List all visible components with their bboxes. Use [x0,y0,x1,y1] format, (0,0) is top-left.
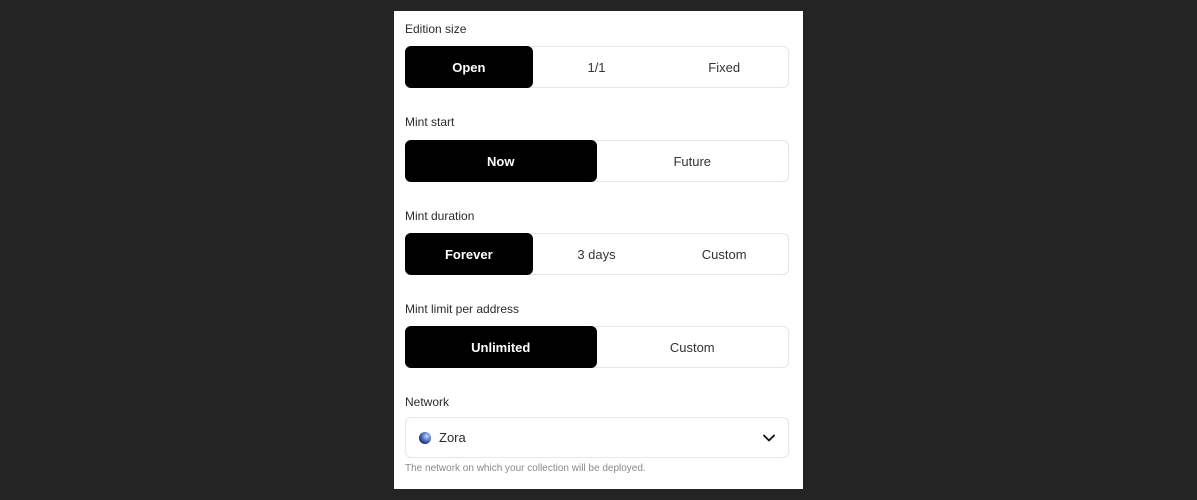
mint-limit-label: Mint limit per address [405,302,520,316]
network-select[interactable]: Zora [405,417,789,458]
mint-start-label: Mint start [405,115,455,129]
chevron-down-icon [763,434,775,441]
edition-option-fixed[interactable]: Fixed [660,47,788,87]
mint-duration-label: Mint duration [405,209,475,223]
edition-option-open[interactable]: Open [405,46,533,88]
mint-duration-option-3-days[interactable]: 3 days [533,234,661,274]
mint-duration-option-forever[interactable]: Forever [405,233,533,275]
mint-start-segmented-control: Now Future [405,140,789,182]
edition-size-label: Edition size [405,22,467,36]
globe-icon [419,431,431,444]
mint-duration-option-custom[interactable]: Custom [660,234,788,274]
edition-option-one-of-one[interactable]: 1/1 [533,47,661,87]
settings-panel: Edition size Open 1/1 Fixed Mint start N… [394,11,803,489]
mint-limit-option-unlimited[interactable]: Unlimited [405,326,597,368]
mint-duration-segmented-control: Forever 3 days Custom [405,233,789,275]
mint-limit-option-custom[interactable]: Custom [597,327,789,367]
mint-start-option-future[interactable]: Future [597,141,789,181]
network-select-value: Zora [439,430,466,445]
mint-start-option-now[interactable]: Now [405,140,597,182]
edition-size-segmented-control: Open 1/1 Fixed [405,46,789,88]
network-hint: The network on which your collection wil… [405,463,646,474]
network-label: Network [405,395,450,409]
mint-limit-segmented-control: Unlimited Custom [405,326,789,368]
